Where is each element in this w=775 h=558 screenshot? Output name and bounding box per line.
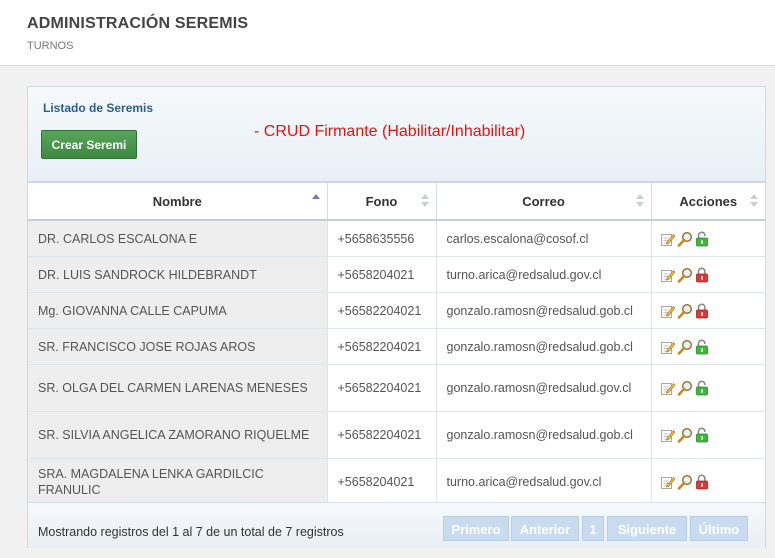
cell-correo: turno.arica@redsalud.gov.cl	[435, 458, 651, 506]
table-row: SR. FRANCISCO JOSE ROJAS AROS +5658220402…	[28, 328, 765, 365]
first-page-button[interactable]: Primero	[443, 516, 509, 541]
cell-nombre: DR. LUIS SANDROCK HILDEBRANDT	[28, 256, 327, 293]
cell-correo: gonzalo.ramosn@redsalud.gov.cl	[435, 364, 651, 412]
column-label: Correo	[522, 193, 565, 209]
column-header-acciones[interactable]: Acciones	[650, 181, 765, 221]
sort-ascending-icon	[311, 193, 320, 209]
cell-nombre: SRA. MAGDALENA LENKA GARDILCIC FRANULIC	[28, 458, 327, 506]
panel-header: Listado de Seremis Crear Seremi - CRUD F…	[28, 87, 765, 183]
magnifier-icon[interactable]	[677, 380, 693, 396]
unlocked-green-icon[interactable]	[694, 427, 710, 443]
edit-icon[interactable]	[660, 267, 676, 283]
table-row: DR. LUIS SANDROCK HILDEBRANDT +5658204021…	[28, 256, 765, 293]
cell-acciones	[650, 328, 765, 365]
page-1-button[interactable]: 1	[582, 516, 604, 541]
page-subtitle: TURNOS	[27, 40, 74, 52]
last-page-button[interactable]: Último	[690, 516, 748, 541]
previous-page-button[interactable]: Anterior	[511, 516, 579, 541]
column-label: Fono	[365, 193, 398, 209]
column-header-correo[interactable]: Correo	[435, 181, 651, 221]
cell-fono: +56582204021	[326, 364, 436, 412]
cell-acciones	[650, 458, 765, 506]
page-header: ADMINISTRACIÓN SEREMIS TURNOS	[0, 0, 775, 66]
column-header-nombre[interactable]: Nombre	[28, 181, 327, 221]
edit-icon[interactable]	[660, 380, 676, 396]
magnifier-icon[interactable]	[677, 231, 693, 247]
cell-acciones	[650, 256, 765, 293]
cell-nombre: SR. SILVIA ANGELICA ZAMORANO RIQUELME	[28, 411, 327, 459]
seremis-panel: Listado de Seremis Crear Seremi - CRUD F…	[27, 86, 766, 548]
table-row: SRA. MAGDALENA LENKA GARDILCIC FRANULIC +…	[28, 458, 765, 506]
table-row: SR. OLGA DEL CARMEN LARENAS MENESES +5658…	[28, 364, 765, 412]
table-row: SR. SILVIA ANGELICA ZAMORANO RIQUELME +56…	[28, 411, 765, 459]
magnifier-icon[interactable]	[677, 339, 693, 355]
cell-acciones	[650, 292, 765, 329]
magnifier-icon[interactable]	[677, 427, 693, 443]
cell-correo: gonzalo.ramosn@redsalud.gob.cl	[435, 411, 651, 459]
magnifier-icon[interactable]	[677, 303, 693, 319]
edit-icon[interactable]	[660, 303, 676, 319]
sort-icon	[750, 193, 758, 209]
column-label: Nombre	[152, 193, 202, 209]
edit-icon[interactable]	[660, 231, 676, 247]
cell-nombre: SR. OLGA DEL CARMEN LARENAS MENESES	[28, 364, 327, 412]
cell-correo: turno.arica@redsalud.gov.cl	[435, 256, 651, 293]
sort-icon	[635, 193, 644, 209]
next-page-button[interactable]: Siguiente	[607, 516, 687, 541]
cell-correo: gonzalo.ramosn@redsalud.gob.cl	[435, 328, 651, 365]
locked-red-icon[interactable]	[694, 267, 710, 283]
cell-fono: +5658635556	[326, 220, 436, 257]
edit-icon[interactable]	[660, 427, 676, 443]
cell-fono: +5658204021	[326, 458, 436, 506]
table-row: DR. CARLOS ESCALONA E +5658635556 carlos.e…	[28, 220, 765, 257]
crud-annotation: - CRUD Firmante (Habilitar/Inhabilitar)	[254, 123, 526, 140]
unlocked-green-icon[interactable]	[694, 339, 710, 355]
table-row: Mg. GIOVANNA CALLE CAPUMA +56582204021 gon…	[28, 292, 765, 329]
cell-correo: carlos.escalona@cosof.cl	[435, 220, 651, 257]
edit-icon[interactable]	[660, 474, 676, 490]
cell-correo: gonzalo.ramosn@redsalud.gob.cl	[435, 292, 651, 329]
cell-acciones	[650, 364, 765, 412]
cell-acciones	[650, 411, 765, 459]
cell-fono: +5658204021	[326, 256, 436, 293]
locked-red-icon[interactable]	[694, 474, 710, 490]
magnifier-icon[interactable]	[677, 267, 693, 283]
cell-nombre: Mg. GIOVANNA CALLE CAPUMA	[28, 292, 327, 329]
cell-fono: +56582204021	[326, 411, 436, 459]
seremis-table: Nombre Fono Correo Acciones DR. CARLOS E…	[28, 181, 765, 506]
column-header-fono[interactable]: Fono	[326, 181, 436, 221]
records-info: Mostrando registros del 1 al 7 de un tot…	[38, 525, 344, 539]
page-title: ADMINISTRACIÓN SEREMIS	[27, 15, 249, 32]
cell-acciones	[650, 220, 765, 257]
sort-icon	[420, 193, 429, 209]
cell-fono: +56582204021	[326, 292, 436, 329]
unlocked-green-icon[interactable]	[694, 231, 710, 247]
locked-red-icon[interactable]	[694, 303, 710, 319]
magnifier-icon[interactable]	[677, 474, 693, 490]
column-label: Acciones	[679, 193, 738, 209]
cell-nombre: DR. CARLOS ESCALONA E	[28, 220, 327, 257]
table-footer: Mostrando registros del 1 al 7 de un tot…	[28, 502, 765, 548]
create-seremi-button[interactable]: Crear Seremi	[41, 130, 137, 159]
unlocked-green-icon[interactable]	[694, 380, 710, 396]
panel-title: Listado de Seremis	[43, 101, 154, 115]
cell-nombre: SR. FRANCISCO JOSE ROJAS AROS	[28, 328, 327, 365]
edit-icon[interactable]	[660, 339, 676, 355]
cell-fono: +56582204021	[326, 328, 436, 365]
